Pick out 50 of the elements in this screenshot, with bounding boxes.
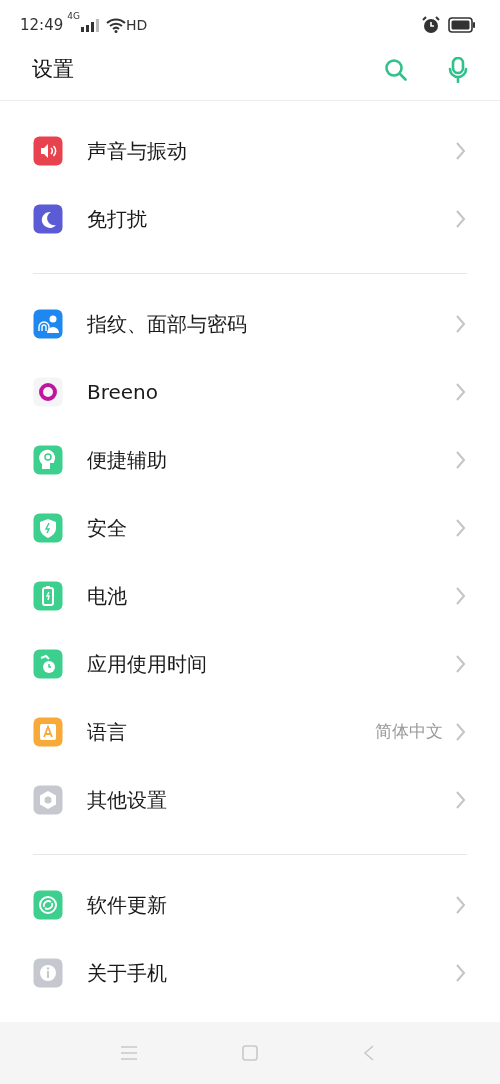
chevron-icon bbox=[455, 314, 466, 334]
chevron-icon bbox=[455, 654, 466, 674]
row-label: 免打扰 bbox=[87, 206, 147, 233]
row-label: 关于手机 bbox=[87, 960, 167, 987]
page-title: 设置 bbox=[32, 56, 74, 84]
chevron-icon bbox=[455, 141, 466, 161]
settings-row[interactable]: Breeno bbox=[0, 358, 500, 426]
settings-row[interactable]: 声音与振动 bbox=[0, 117, 500, 185]
status-time: 12:49 bbox=[20, 14, 64, 36]
settings-row[interactable]: 便捷辅助 bbox=[0, 426, 500, 494]
chevron-icon bbox=[455, 963, 466, 983]
row-label: 安全 bbox=[87, 515, 127, 542]
signal-icon bbox=[79, 17, 102, 33]
back-icon[interactable] bbox=[363, 1044, 375, 1062]
chevron-icon bbox=[455, 722, 466, 742]
row-label: 语言 bbox=[87, 719, 127, 746]
settings-row[interactable]: 安全 bbox=[0, 494, 500, 562]
alarm-icon bbox=[422, 16, 440, 34]
home-icon[interactable] bbox=[242, 1045, 258, 1061]
chevron-icon bbox=[455, 895, 466, 915]
search-icon[interactable] bbox=[384, 58, 408, 82]
settings-row[interactable]: 语言 简体中文 bbox=[0, 698, 500, 766]
settings-row[interactable]: 其他设置 bbox=[0, 766, 500, 834]
row-label: 便捷辅助 bbox=[87, 447, 167, 474]
chevron-icon bbox=[455, 450, 466, 470]
row-label: 软件更新 bbox=[87, 892, 167, 919]
chevron-icon bbox=[455, 382, 466, 402]
battery-icon bbox=[448, 17, 476, 33]
row-label: 应用使用时间 bbox=[87, 651, 207, 678]
settings-row[interactable]: 指纹、面部与密码 bbox=[0, 290, 500, 358]
settings-row[interactable]: 软件更新 bbox=[0, 871, 500, 939]
settings-row[interactable]: 关于手机 bbox=[0, 939, 500, 1007]
chevron-icon bbox=[455, 790, 466, 810]
row-label: 电池 bbox=[87, 583, 127, 610]
row-label: 其他设置 bbox=[87, 787, 167, 814]
chevron-icon bbox=[455, 586, 466, 606]
row-label: Breeno bbox=[87, 379, 159, 406]
hd-label: HD bbox=[125, 15, 148, 35]
settings-row[interactable]: 电池 bbox=[0, 562, 500, 630]
settings-row[interactable]: 免打扰 bbox=[0, 185, 500, 253]
row-label: 指纹、面部与密码 bbox=[87, 311, 247, 338]
chevron-icon bbox=[455, 209, 466, 229]
row-value: 简体中文 bbox=[375, 720, 443, 744]
microphone-icon[interactable] bbox=[448, 57, 468, 83]
wifi-icon bbox=[105, 17, 126, 33]
row-label: 声音与振动 bbox=[87, 138, 187, 165]
menu-icon[interactable] bbox=[120, 1045, 138, 1061]
chevron-icon bbox=[455, 518, 466, 538]
network-label: 4G bbox=[67, 12, 80, 21]
settings-row[interactable]: 应用使用时间 bbox=[0, 630, 500, 698]
